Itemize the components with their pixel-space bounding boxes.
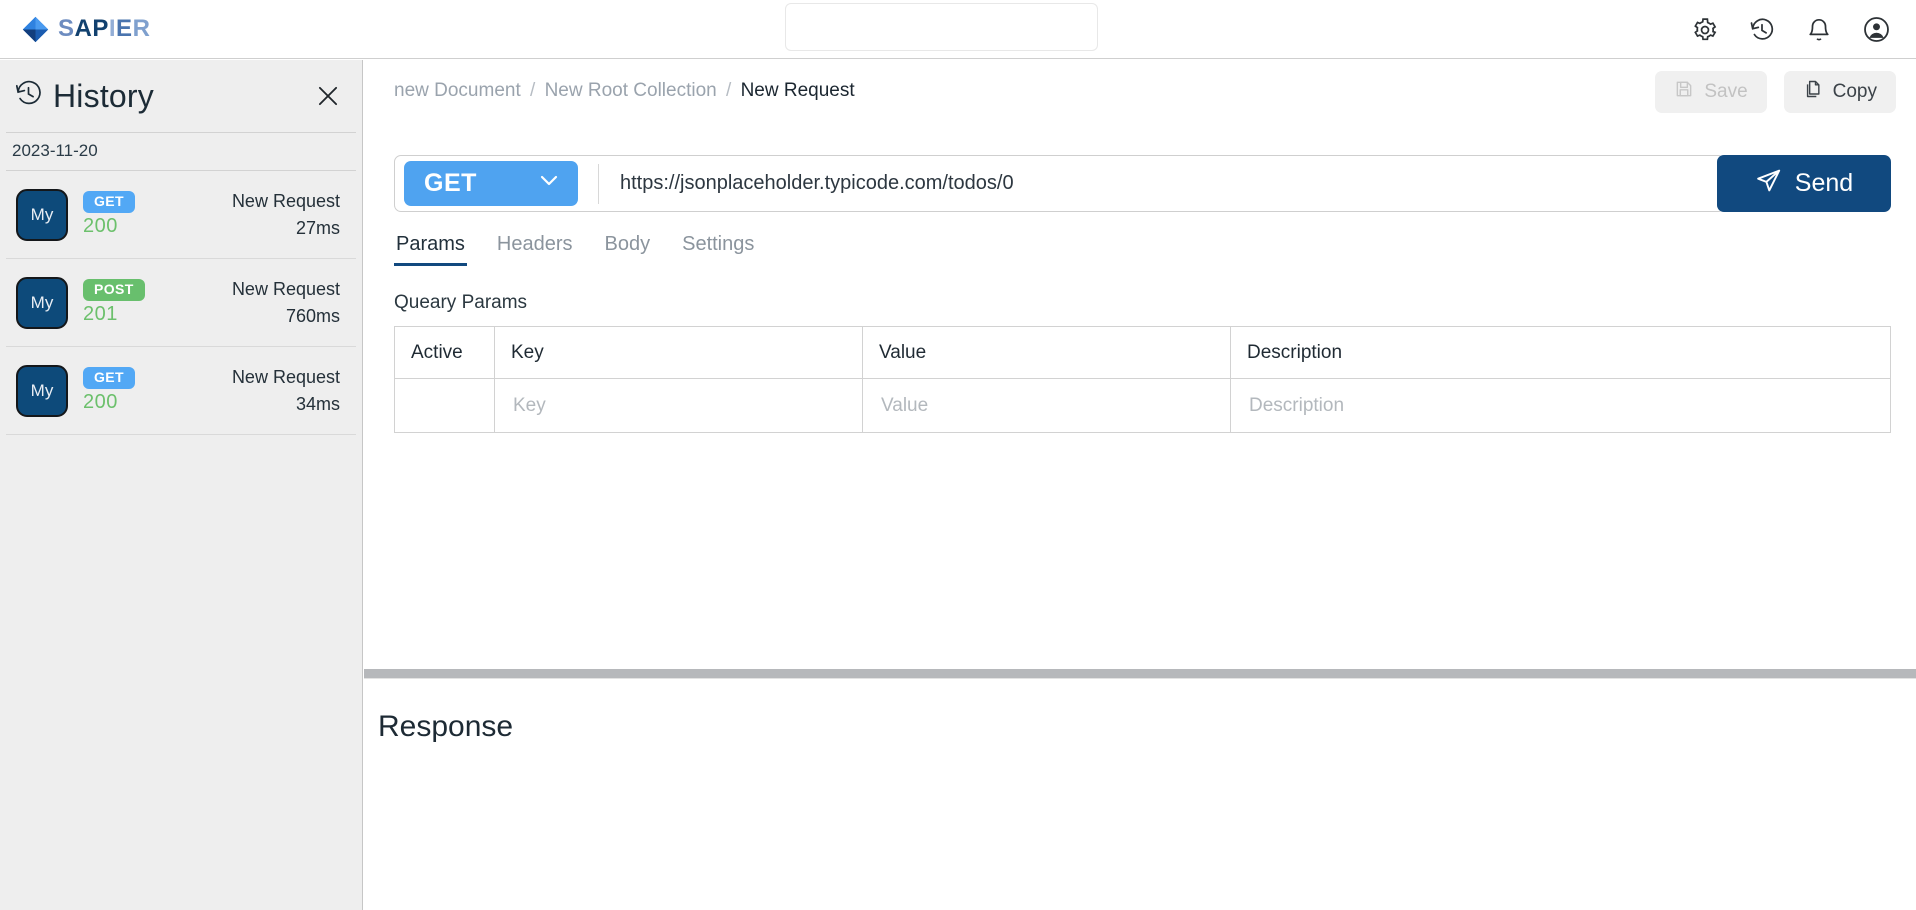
- url-bar: GET: [394, 155, 1725, 212]
- table-row: [394, 378, 1891, 433]
- notification-bell-icon[interactable]: [1805, 16, 1833, 44]
- http-method-label: GET: [424, 169, 477, 197]
- request-actions: Save Copy: [1655, 71, 1896, 113]
- history-sidebar: History 2023-11-20 My GET 200 New Reques…: [0, 60, 363, 910]
- send-button-label: Send: [1794, 169, 1854, 197]
- column-header-active: Active: [394, 326, 495, 379]
- avatar: My: [16, 188, 68, 241]
- cell-value[interactable]: [862, 378, 1231, 433]
- history-date-group: 2023-11-20: [6, 132, 356, 171]
- http-method-dropdown[interactable]: GET: [404, 161, 578, 206]
- breadcrumb-document[interactable]: new Document: [394, 80, 521, 101]
- history-item-meta: GET 200: [83, 367, 135, 413]
- history-clock-icon: [14, 79, 43, 113]
- history-list: My GET 200 New Request 27ms My POST 201 …: [0, 171, 362, 435]
- query-params-table: Active Key Value Description: [394, 326, 1891, 433]
- breadcrumb-separator: /: [530, 80, 536, 101]
- app-root: SAPIER History 2023-11-20 My GET 200 New…: [0, 0, 1916, 910]
- history-item-info: New Request 27ms: [232, 191, 344, 239]
- avatar: My: [16, 364, 68, 417]
- copy-button-label: Copy: [1832, 81, 1877, 102]
- param-description-input[interactable]: [1247, 393, 1874, 418]
- history-item-info: New Request 760ms: [232, 279, 344, 327]
- param-key-input[interactable]: [511, 393, 846, 418]
- tab-settings[interactable]: Settings: [680, 233, 756, 266]
- pane-split-divider[interactable]: [364, 669, 1916, 678]
- column-header-description: Description: [1230, 326, 1891, 379]
- brand-name: SAPIER: [58, 15, 151, 42]
- cell-active[interactable]: [394, 378, 495, 433]
- param-value-input[interactable]: [879, 393, 1214, 418]
- avatar: My: [16, 276, 68, 329]
- history-item-meta: POST 201: [83, 279, 145, 325]
- chevron-down-icon: [537, 168, 561, 199]
- method-badge: POST: [83, 279, 145, 301]
- response-title: Response: [378, 710, 514, 743]
- breadcrumb-separator: /: [726, 80, 732, 101]
- top-bar: SAPIER: [0, 0, 1916, 59]
- request-duration: 34ms: [295, 393, 340, 414]
- table-header-row: Active Key Value Description: [394, 326, 1891, 379]
- breadcrumb-request[interactable]: New Request: [741, 80, 855, 101]
- tab-headers[interactable]: Headers: [495, 233, 575, 266]
- status-badge: 200: [83, 214, 118, 237]
- send-paper-plane-icon: [1755, 167, 1782, 201]
- history-clock-icon[interactable]: [1748, 16, 1776, 44]
- request-name: New Request: [231, 278, 340, 299]
- query-params-title: Queary Params: [394, 292, 528, 313]
- url-row: GET Send: [394, 155, 1891, 212]
- account-avatar-icon[interactable]: [1862, 16, 1890, 44]
- history-title-group: History: [14, 78, 154, 115]
- cell-description[interactable]: [1230, 378, 1891, 433]
- history-list-item[interactable]: My POST 201 New Request 760ms: [6, 259, 356, 347]
- save-button-label: Save: [1704, 81, 1748, 102]
- history-list-item[interactable]: My GET 200 New Request 34ms: [6, 347, 356, 435]
- copy-duplicate-icon: [1803, 79, 1823, 105]
- global-search-input[interactable]: [785, 3, 1098, 51]
- history-list-item[interactable]: My GET 200 New Request 27ms: [6, 171, 356, 259]
- save-button[interactable]: Save: [1655, 71, 1767, 113]
- history-item-meta: GET 200: [83, 191, 135, 237]
- request-duration: 760ms: [285, 305, 340, 326]
- breadcrumb: new Document / New Root Collection / New…: [394, 80, 855, 102]
- send-button[interactable]: Send: [1717, 155, 1891, 212]
- save-floppy-icon: [1674, 79, 1694, 105]
- diamond-logo-icon: [22, 16, 49, 43]
- status-badge: 201: [83, 302, 118, 325]
- request-name: New Request: [231, 366, 340, 387]
- breadcrumb-collection[interactable]: New Root Collection: [545, 80, 717, 101]
- tab-params[interactable]: Params: [394, 233, 467, 266]
- column-header-key: Key: [494, 326, 863, 379]
- history-panel-header: History: [0, 60, 362, 132]
- breadcrumb-bar: new Document / New Root Collection / New…: [364, 60, 1916, 122]
- url-input[interactable]: [618, 171, 1710, 196]
- status-badge: 200: [83, 390, 118, 413]
- top-bar-icons: [1691, 0, 1890, 59]
- column-header-value: Value: [862, 326, 1231, 379]
- url-divider: [598, 163, 599, 204]
- request-name: New Request: [231, 190, 340, 211]
- close-x-icon[interactable]: [314, 82, 342, 110]
- history-item-info: New Request 34ms: [232, 367, 344, 415]
- request-duration: 27ms: [295, 217, 340, 238]
- response-panel: Response: [364, 678, 1916, 910]
- cell-key[interactable]: [494, 378, 863, 433]
- settings-gear-icon[interactable]: [1691, 16, 1719, 44]
- method-badge: GET: [83, 367, 135, 389]
- copy-button[interactable]: Copy: [1783, 71, 1896, 113]
- method-badge: GET: [83, 191, 135, 213]
- history-title: History: [53, 77, 154, 114]
- tab-body[interactable]: Body: [603, 233, 653, 266]
- brand-logo[interactable]: SAPIER: [22, 16, 150, 43]
- request-tabs: Params Headers Body Settings: [394, 233, 756, 266]
